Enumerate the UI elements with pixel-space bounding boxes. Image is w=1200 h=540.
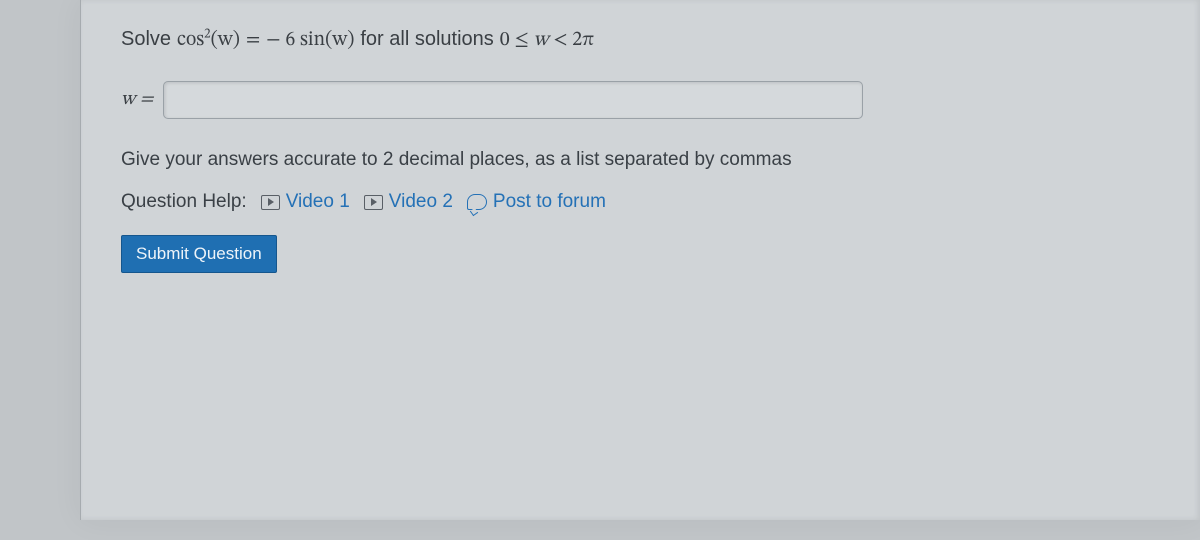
range-expression: 0 ≤ w < 2π bbox=[500, 28, 594, 53]
submit-button[interactable]: Submit Question bbox=[121, 235, 277, 273]
lhs-expression: cos2(w) bbox=[177, 28, 240, 53]
play-icon bbox=[261, 195, 280, 210]
answer-row: w = bbox=[121, 81, 1160, 119]
rhs-expression: − 6 sin(w) bbox=[266, 28, 354, 53]
cond-prefix: for all solutions bbox=[360, 28, 493, 51]
hint-text: Give your answers accurate to 2 decimal … bbox=[121, 149, 1160, 171]
video2-link[interactable]: Video 2 bbox=[364, 191, 453, 213]
answer-label: w = bbox=[121, 88, 153, 112]
answer-input[interactable] bbox=[163, 81, 863, 119]
play-icon bbox=[364, 195, 383, 210]
solve-word: Solve bbox=[121, 28, 171, 51]
help-row: Question Help: Video 1 Video 2 Post to f… bbox=[121, 191, 1160, 213]
help-label: Question Help: bbox=[121, 191, 247, 213]
forum-text: Post to forum bbox=[493, 191, 606, 213]
video2-text: Video 2 bbox=[389, 191, 453, 213]
equals-sign: = bbox=[246, 28, 260, 53]
video1-text: Video 1 bbox=[286, 191, 350, 213]
question-prompt: Solve cos2(w) = − 6 sin(w) for all solut… bbox=[121, 28, 1160, 53]
speech-bubble-icon bbox=[467, 194, 487, 210]
forum-link[interactable]: Post to forum bbox=[467, 191, 606, 213]
question-card: Solve cos2(w) = − 6 sin(w) for all solut… bbox=[80, 0, 1200, 520]
video1-link[interactable]: Video 1 bbox=[261, 191, 350, 213]
